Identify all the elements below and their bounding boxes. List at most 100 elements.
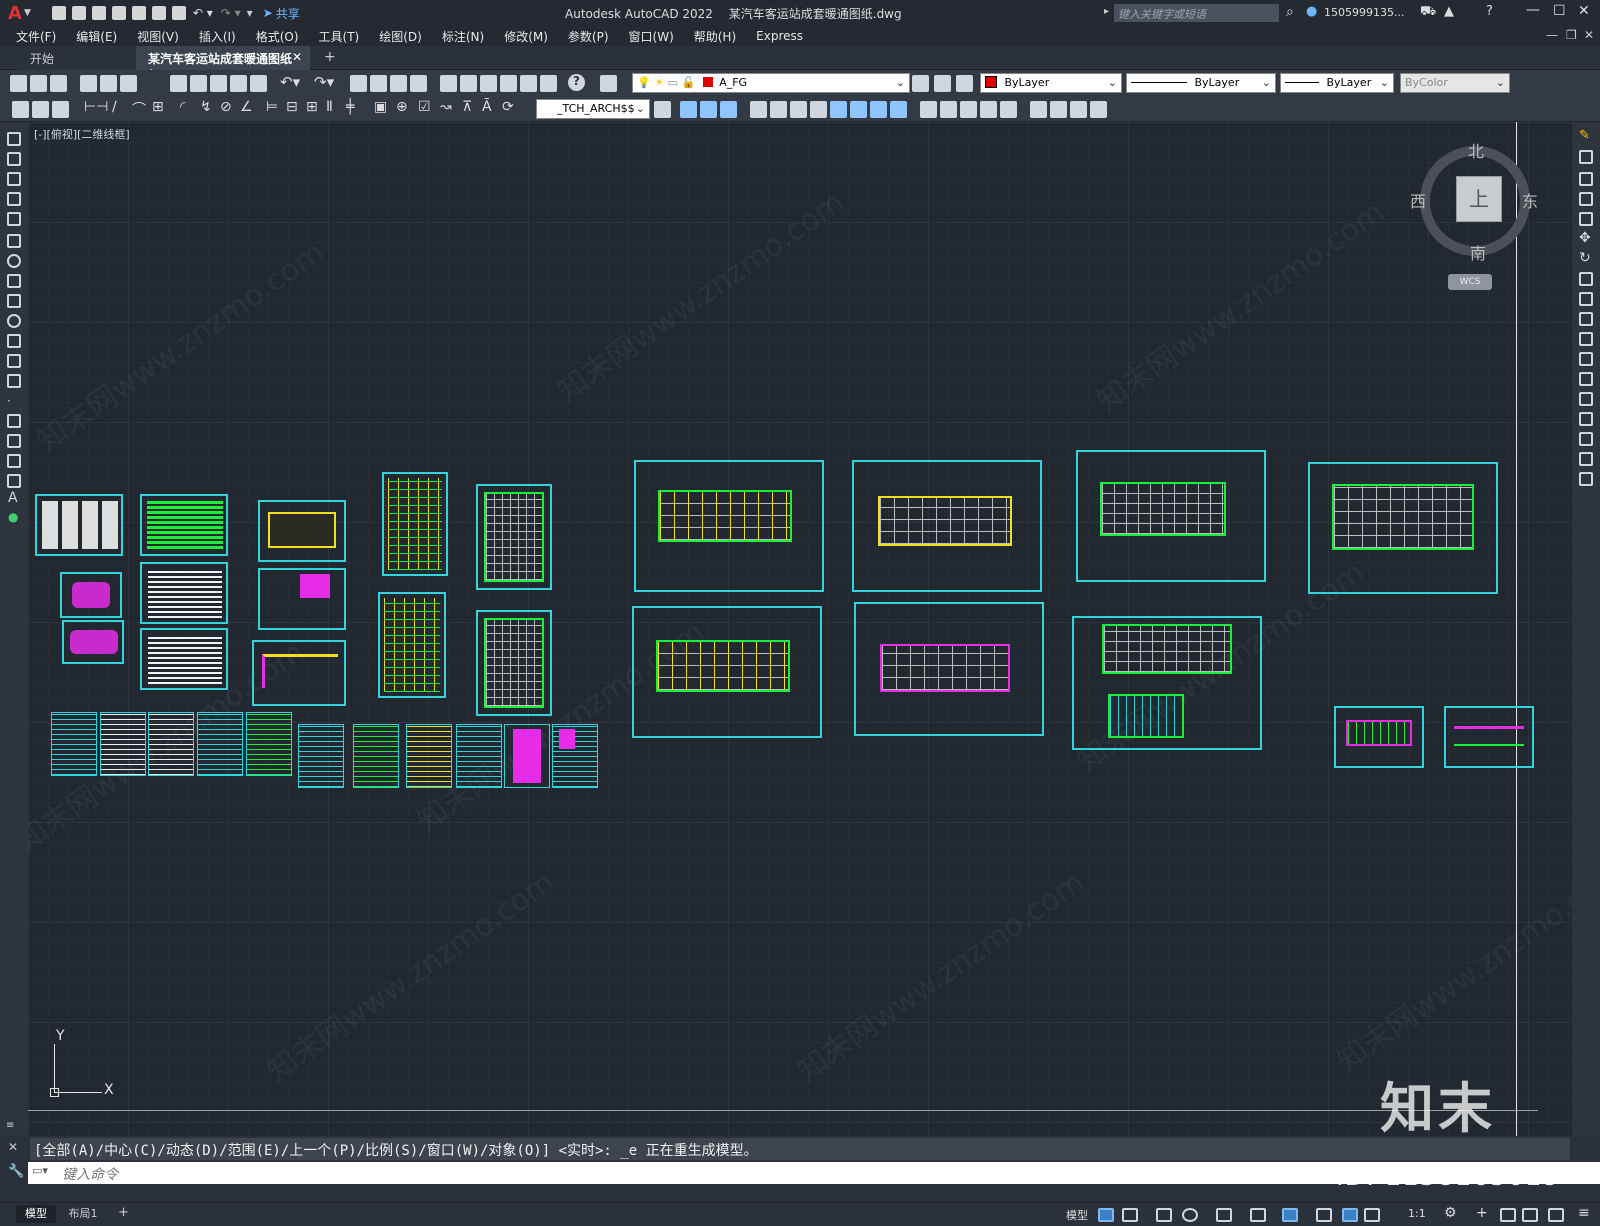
drawing-sheet[interactable]	[140, 562, 228, 624]
menu-view[interactable]: 视图(V)	[137, 28, 179, 45]
undo-icon[interactable]: ↶ ▾	[193, 6, 213, 20]
floor-plan-sheet[interactable]	[634, 460, 824, 592]
viewcube-top-face[interactable]: 上	[1456, 176, 1502, 222]
new-icon[interactable]	[51, 6, 66, 20]
cart-icon[interactable]: ⛟	[1420, 4, 1436, 21]
text-edit-icon[interactable]	[12, 101, 29, 118]
drawing-sheet[interactable]	[382, 472, 448, 576]
explode-side-icon[interactable]	[1579, 472, 1593, 486]
arc-dim-icon[interactable]: ⌒	[132, 99, 146, 119]
linear-dim-icon[interactable]: ⊢⊣	[84, 99, 108, 115]
viewcube-north[interactable]: 北	[1468, 138, 1484, 162]
array-icon[interactable]	[770, 101, 787, 118]
fillet-side-icon[interactable]	[1579, 432, 1593, 446]
polyline-icon[interactable]	[7, 172, 21, 186]
revision-cloud-icon[interactable]	[7, 274, 21, 288]
extend-icon[interactable]	[890, 101, 907, 118]
trim-icon[interactable]	[870, 101, 887, 118]
spline-icon[interactable]	[7, 294, 21, 308]
erase-icon[interactable]	[680, 101, 697, 118]
preview-icon[interactable]	[100, 75, 117, 92]
radius-dim-icon[interactable]: ◜	[180, 99, 185, 115]
insert-block-icon[interactable]	[7, 354, 21, 368]
viewcube-south[interactable]: 南	[1470, 240, 1486, 264]
menu-dimension[interactable]: 标注(N)	[442, 28, 484, 45]
move-icon[interactable]	[790, 101, 807, 118]
customize-status-icon[interactable]: ≡	[1578, 1205, 1590, 1221]
annotation-autoscale-icon[interactable]	[1364, 1208, 1380, 1222]
ellipse-arc-icon[interactable]	[7, 334, 21, 348]
menu-format[interactable]: 格式(O)	[256, 28, 299, 45]
dim-style-icon[interactable]	[654, 101, 671, 118]
tab-close-icon[interactable]: ✕	[292, 50, 302, 64]
share-button[interactable]: 共享	[276, 5, 300, 22]
menu-parametric[interactable]: 参数(P)	[568, 28, 609, 45]
angular-dim-icon[interactable]: ∠	[240, 99, 253, 115]
layout-tab-layout1[interactable]: 布局1	[62, 1205, 104, 1223]
dim-update-icon[interactable]: ⟳	[502, 99, 514, 115]
extend-side-icon[interactable]	[1579, 332, 1593, 346]
offset-icon[interactable]	[750, 101, 767, 118]
table-sheet[interactable]	[456, 724, 502, 788]
layer-lock-icon[interactable]: 🔓	[681, 76, 695, 89]
table-sheet[interactable]	[504, 724, 550, 788]
redo-icon[interactable]: ↷ ▾	[221, 6, 241, 20]
hatch-draw-icon[interactable]	[7, 414, 21, 428]
dim-text-edit-icon[interactable]: Ā	[482, 99, 492, 115]
offset-side-icon[interactable]	[1579, 192, 1593, 206]
scale-icon[interactable]	[830, 101, 847, 118]
command-recent-icon[interactable]: ▭▾	[32, 1164, 48, 1177]
mirror-icon[interactable]	[720, 101, 737, 118]
arc-icon[interactable]	[7, 234, 21, 248]
viewcube-west[interactable]: 西	[1410, 188, 1426, 212]
detail-sheet[interactable]	[1334, 706, 1424, 768]
continue-dim-icon[interactable]: ⊞	[306, 99, 318, 115]
drawing-sheet[interactable]	[62, 620, 124, 664]
plot-icon[interactable]	[171, 6, 186, 20]
tb-help-icon[interactable]: ?	[568, 74, 585, 91]
drawing-sheet[interactable]	[252, 640, 346, 706]
floor-plan-sheet[interactable]	[1072, 616, 1262, 750]
match-prop-icon[interactable]	[230, 75, 247, 92]
minimize-icon[interactable]: —	[1526, 2, 1540, 18]
table-sheet[interactable]	[353, 724, 399, 788]
layer-state-icon[interactable]	[956, 75, 973, 92]
stretch-icon[interactable]	[850, 101, 867, 118]
scale-side-icon[interactable]	[1579, 272, 1593, 286]
mtext-icon[interactable]	[32, 101, 49, 118]
join-icon[interactable]	[940, 101, 957, 118]
block-editor-icon[interactable]	[250, 75, 267, 92]
make-block-icon[interactable]	[7, 374, 21, 388]
tool-palettes-icon[interactable]	[480, 75, 497, 92]
table-sheet[interactable]	[100, 712, 146, 776]
group-icon[interactable]	[1030, 101, 1047, 118]
plotstyle-dropdown[interactable]: ByColor ⌄	[1400, 73, 1510, 93]
diameter-dim-icon[interactable]: ⊘	[220, 99, 232, 115]
menu-file[interactable]: 文件(F)	[16, 28, 56, 45]
layer-dropdown[interactable]: 💡 ☀ ▭ 🔓 A_FG ⌄	[632, 73, 910, 93]
table-sheet[interactable]	[298, 724, 344, 788]
inspect-icon[interactable]: ☑	[418, 99, 431, 115]
point-icon[interactable]: ·	[7, 394, 21, 408]
fillet-icon[interactable]	[980, 101, 997, 118]
model-space-button[interactable]: 模型	[1066, 1207, 1088, 1223]
publish-file-icon[interactable]	[120, 75, 137, 92]
line-icon[interactable]	[7, 132, 21, 146]
layer-viewport-icon[interactable]: ▭	[668, 76, 678, 89]
chamfer-side-icon[interactable]	[1579, 412, 1593, 426]
search-input[interactable]: 键入关键字或短语	[1114, 4, 1279, 22]
add-selected-icon[interactable]: ●	[8, 510, 18, 524]
annotation-monitor-icon[interactable]: +	[1476, 1205, 1488, 1221]
drawing-sheet[interactable]	[60, 572, 122, 618]
break-point-side-icon[interactable]	[1579, 352, 1593, 366]
zoom-previous-icon[interactable]	[410, 75, 427, 92]
menu-edit[interactable]: 编辑(E)	[76, 28, 117, 45]
drawing-sheet[interactable]	[140, 628, 228, 690]
mirror-side-icon[interactable]	[1579, 172, 1593, 186]
quick-properties-icon[interactable]	[1522, 1208, 1538, 1222]
share-icon[interactable]: ➤	[263, 6, 273, 20]
wcs-menu[interactable]: WCS	[1448, 274, 1492, 290]
print-icon[interactable]	[80, 75, 97, 92]
fullscreen-icon[interactable]	[1548, 1208, 1564, 1222]
isodraft-icon[interactable]	[1216, 1208, 1232, 1222]
